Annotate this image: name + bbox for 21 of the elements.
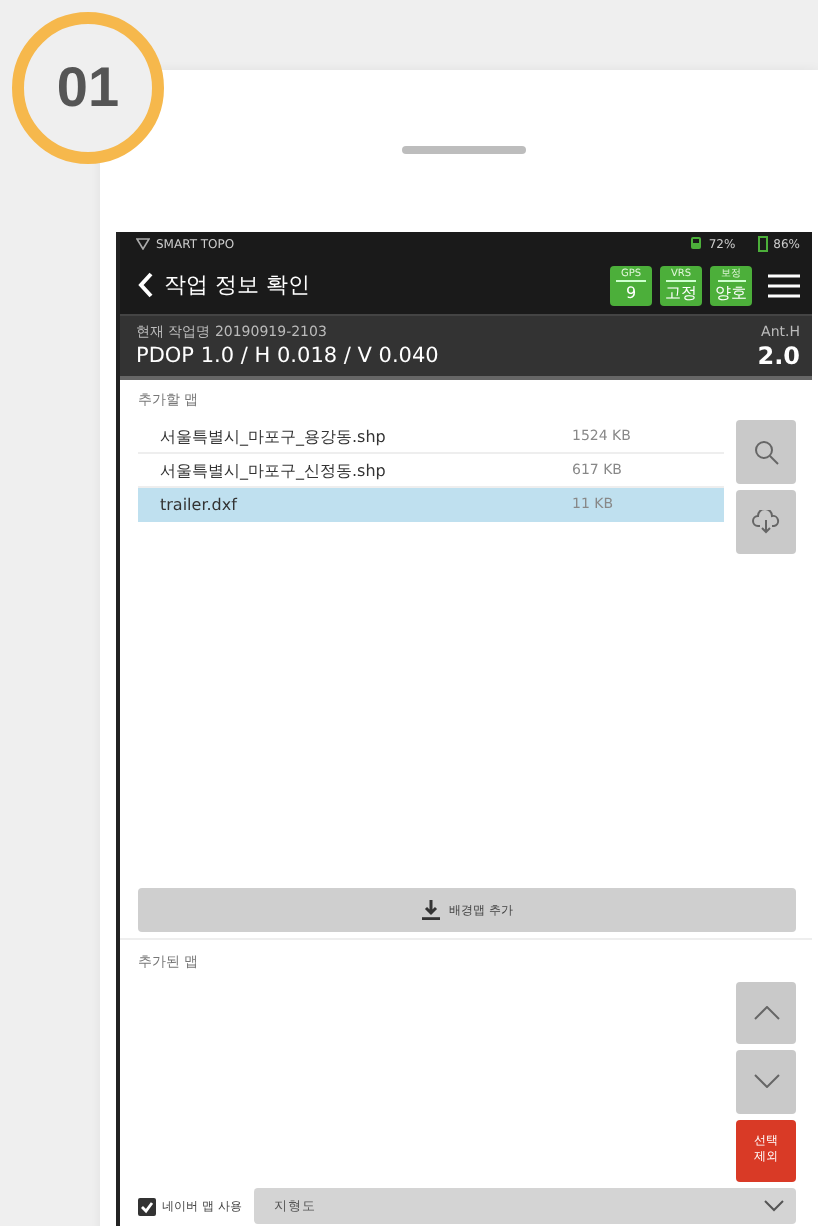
chevron-up-icon bbox=[753, 1006, 779, 1021]
file-name: trailer.dxf bbox=[160, 495, 240, 513]
step-number-badge: 01 bbox=[12, 12, 164, 164]
back-icon[interactable] bbox=[138, 272, 154, 298]
precision-readout: PDOP 1.0 / H 0.018 / V 0.040 bbox=[136, 342, 439, 370]
cloud-download-icon bbox=[752, 510, 780, 534]
file-name: 서울특별시_마포구_신정동.shp bbox=[160, 459, 388, 481]
search-icon bbox=[753, 439, 779, 465]
download-icon bbox=[421, 900, 440, 920]
search-button[interactable] bbox=[736, 420, 796, 484]
chevron-down-icon bbox=[753, 1074, 779, 1089]
file-name: 서울특별시_마포구_용강동.shp bbox=[160, 425, 388, 447]
antenna-height-value: 2.0 bbox=[757, 342, 800, 370]
triangle-icon bbox=[136, 238, 150, 250]
cloud-download-button[interactable] bbox=[736, 490, 796, 554]
menu-icon[interactable] bbox=[768, 273, 800, 297]
screen-title: 작업 정보 확인 bbox=[164, 270, 310, 300]
battery-icon bbox=[757, 236, 768, 252]
chevron-down-icon bbox=[764, 1200, 784, 1212]
checkbox[interactable] bbox=[138, 1197, 156, 1215]
speaker-slot bbox=[402, 146, 526, 154]
